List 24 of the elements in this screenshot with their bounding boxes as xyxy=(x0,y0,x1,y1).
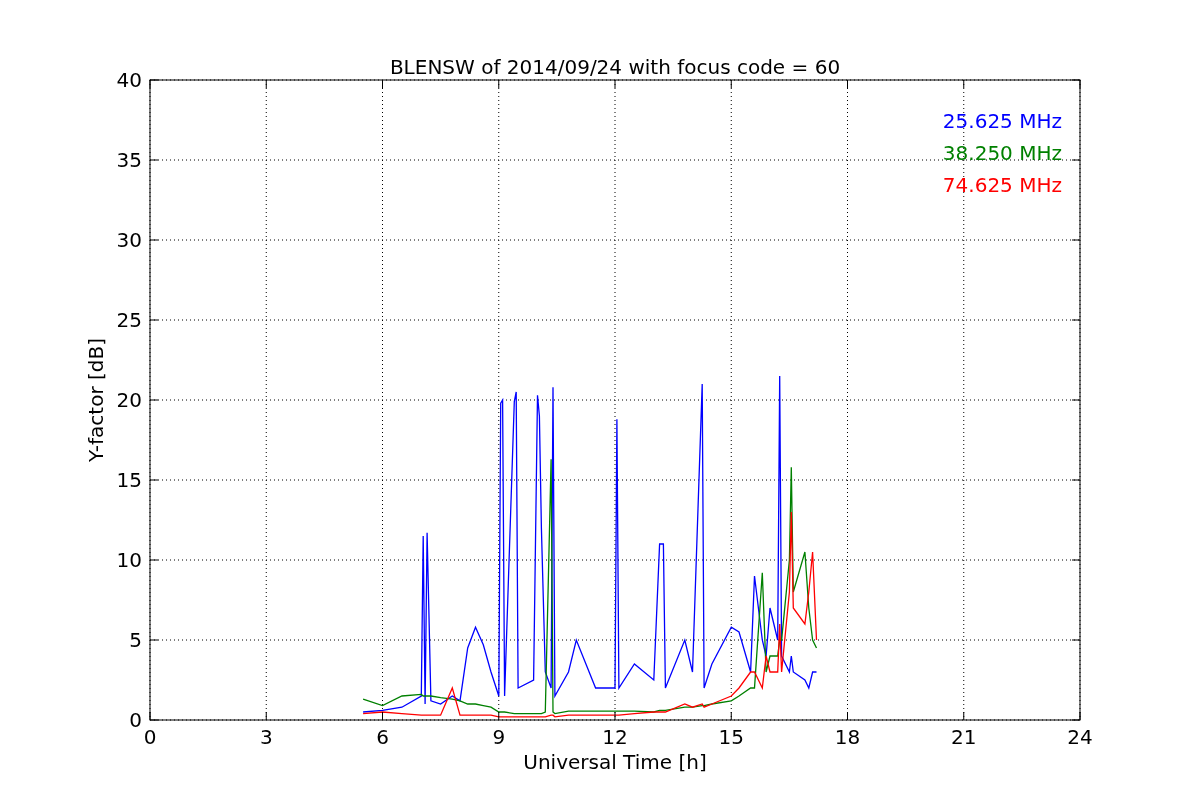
x-tick-label: 21 xyxy=(951,725,977,749)
legend-label: 74.625 MHz xyxy=(942,173,1062,197)
y-axis-title: Y-factor [dB] xyxy=(84,338,108,462)
x-tick-label: 0 xyxy=(143,725,157,749)
x-tick-label: 24 xyxy=(1067,725,1093,749)
x-axis-title: Universal Time [h] xyxy=(523,750,707,774)
y-tick-label: 10 xyxy=(116,548,142,572)
x-tick-label: 3 xyxy=(259,725,273,749)
chart-title: BLENSW of 2014/09/24 with focus code = 60 xyxy=(389,55,841,79)
y-tick-label: 20 xyxy=(116,388,142,412)
y-tick-label: 30 xyxy=(116,228,142,252)
x-tick-label: 18 xyxy=(834,725,861,749)
y-tick-label: 35 xyxy=(116,148,142,172)
x-tick-label: 6 xyxy=(376,725,389,749)
x-tick-label: 9 xyxy=(492,725,506,749)
y-tick-label: 25 xyxy=(116,308,142,332)
y-tick-label: 40 xyxy=(116,68,142,92)
x-tick-label: 12 xyxy=(602,725,628,749)
y-tick-label: 0 xyxy=(129,708,142,732)
legend-label: 38.250 MHz xyxy=(942,141,1062,165)
legend-label: 25.625 MHz xyxy=(942,109,1062,133)
y-tick-label: 5 xyxy=(129,628,142,652)
x-tick-label: 15 xyxy=(718,725,744,749)
y-tick-label: 15 xyxy=(116,468,142,492)
